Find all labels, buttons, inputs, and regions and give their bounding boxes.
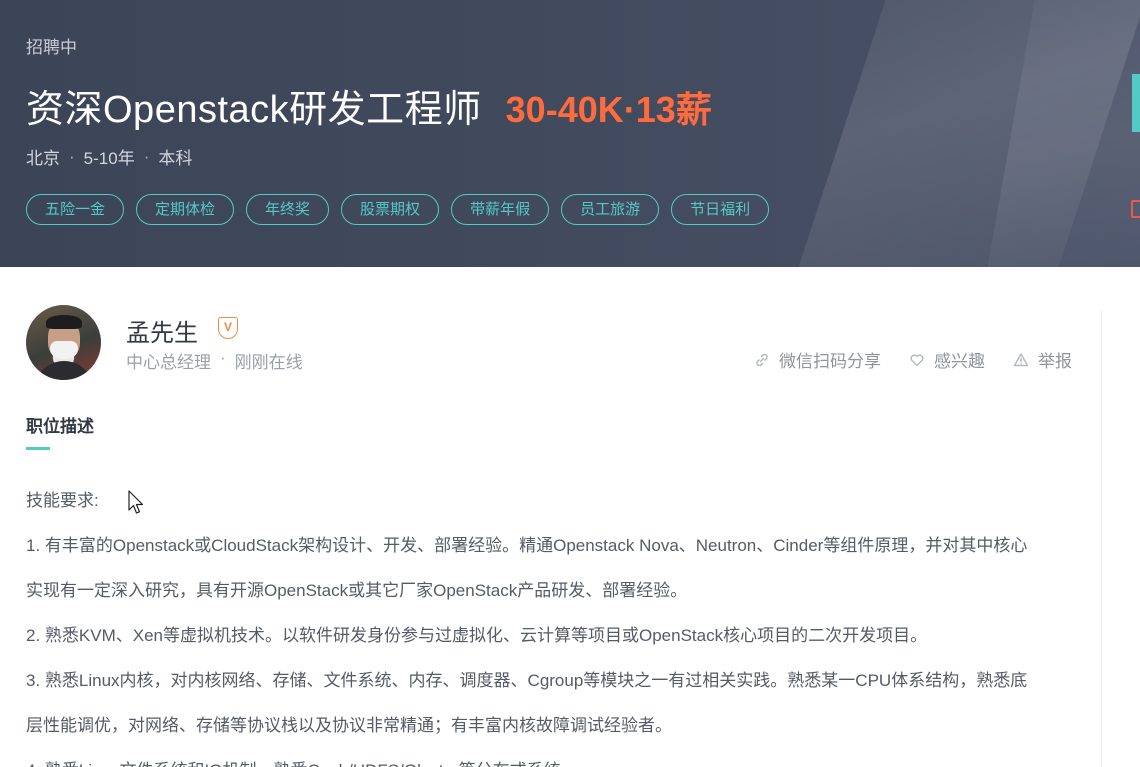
verified-badge-icon: V	[218, 317, 238, 339]
recruiter-meta: 中心总经理 · 刚刚在线	[126, 348, 303, 373]
job-location: 北京	[26, 149, 60, 168]
link-icon	[756, 353, 768, 366]
avatar[interactable]	[26, 305, 101, 380]
recruiter-position: 中心总经理	[126, 353, 211, 372]
job-actions: 微信扫码分享 感兴趣 举报	[726, 347, 1072, 372]
share-button[interactable]: 微信扫码分享	[754, 347, 881, 372]
benefit-tag: 五险一金	[26, 194, 125, 225]
benefit-tags: 五险一金 定期体检 年终奖 股票期权 带薪年假 员工旅游 节日福利	[26, 194, 781, 225]
benefit-tag: 年终奖	[246, 194, 330, 225]
description-line: 实现有一定深入研究，具有开源OpenStack或其它厂家OpenStack产品研…	[26, 581, 688, 600]
title-row: 资深Openstack研发工程师 30-40K·13薪	[26, 78, 712, 133]
side-action-icon[interactable]	[1131, 200, 1140, 218]
description-line: 层性能调优，对网络、存储等协议栈以及协议非常精通；有丰富内核故障调试经验者。	[26, 716, 672, 735]
benefit-tag: 节日福利	[671, 194, 770, 225]
recruiter-name: 孟先生	[126, 320, 198, 347]
description-line: 技能要求:	[26, 491, 99, 510]
warning-icon	[1013, 352, 1029, 366]
benefit-tag: 带薪年假	[451, 194, 550, 225]
heart-icon	[910, 353, 924, 366]
job-description: 技能要求: 1. 有丰富的Openstack或CloudStack架构设计、开发…	[26, 478, 1086, 767]
benefit-tag: 股票期权	[341, 194, 440, 225]
description-line: 2. 熟悉KVM、Xen等虚拟机技术。以软件研发身份参与过虚拟化、云计算等项目或…	[26, 626, 928, 645]
content-divider	[1101, 310, 1102, 767]
mouse-cursor-icon	[128, 490, 144, 514]
report-label: 举报	[1038, 352, 1072, 371]
section-title-job-description: 职位描述	[26, 417, 94, 436]
benefit-tag: 员工旅游	[561, 194, 660, 225]
avatar-hair-shape	[46, 315, 82, 329]
job-title: 资深Openstack研发工程师	[26, 89, 482, 131]
avatar-body-shape	[34, 361, 94, 380]
job-meta: 北京 · 5-10年 · 本科	[26, 144, 192, 169]
job-status: 招聘中	[26, 38, 77, 57]
report-button[interactable]: 举报	[1013, 347, 1072, 372]
avatar-mask-shape	[50, 341, 78, 359]
interest-button[interactable]: 感兴趣	[909, 347, 985, 372]
recruiter-online-status: 刚刚在线	[234, 353, 303, 372]
job-header-banner: 招聘中 资深Openstack研发工程师 30-40K·13薪 北京 · 5-1…	[0, 0, 1140, 267]
meta-separator: ·	[143, 146, 150, 166]
description-line: 3. 熟悉Linux内核，对内核网络、存储、文件系统、内存、调度器、Cgroup…	[26, 671, 1028, 690]
salary: 30-40K·13薪	[505, 89, 712, 130]
job-experience: 5-10年	[83, 149, 135, 168]
side-accent-bar[interactable]	[1132, 74, 1140, 132]
description-line: 4. 熟悉Linux文件系统和IO机制，熟悉Ceph/HDFS/Gluster等…	[26, 748, 1086, 767]
share-label: 微信扫码分享	[779, 352, 881, 371]
job-education: 本科	[158, 149, 193, 168]
benefit-tag: 定期体检	[136, 194, 235, 225]
description-line: 1. 有丰富的Openstack或CloudStack架构设计、开发、部署经验。…	[26, 536, 1028, 555]
interest-label: 感兴趣	[934, 352, 985, 371]
meta-separator: ·	[220, 348, 226, 367]
meta-separator: ·	[69, 146, 75, 166]
section-underline	[26, 447, 50, 450]
